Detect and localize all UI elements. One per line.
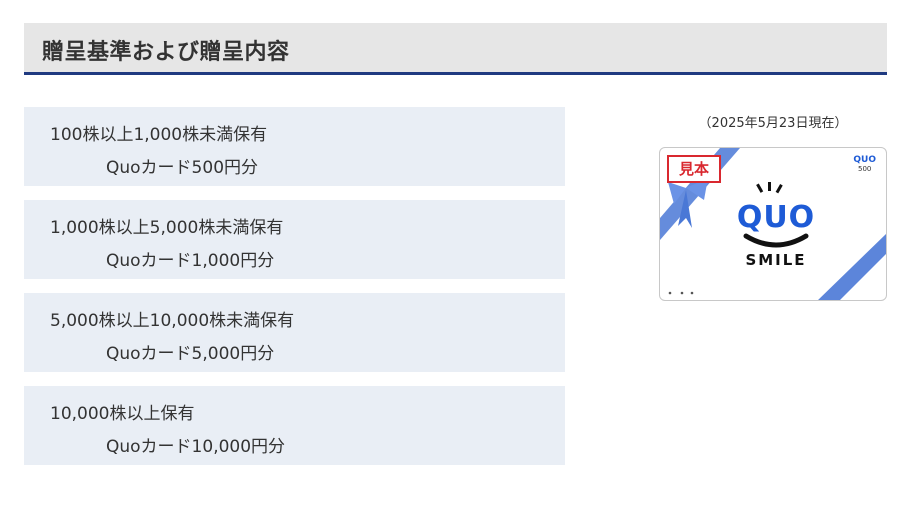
corner-logo-value: 500: [858, 165, 872, 173]
section-header: 贈呈基準および贈呈内容: [24, 23, 887, 75]
tier-condition: 5,000株以上10,000株未満保有: [50, 311, 295, 331]
sparkle-mark: [756, 183, 764, 193]
tier-condition: 1,000株以上5,000株未満保有: [50, 218, 284, 238]
card-dot: [680, 291, 684, 295]
sparkle-mark: [768, 182, 771, 191]
tier-reward: Quoカード500円分: [106, 158, 259, 178]
brand-logo-text: QUO: [736, 200, 816, 235]
card-dot: [690, 291, 694, 295]
sparkle-mark: [775, 184, 783, 194]
sample-stamp: 見本: [667, 155, 721, 183]
card-dot: [668, 291, 672, 295]
tier-reward: Quoカード5,000円分: [106, 344, 275, 364]
tier-item: 100株以上1,000株未満保有 Quoカード500円分: [24, 107, 565, 186]
brand-subtitle: SMILE: [745, 251, 807, 269]
tier-item: 1,000株以上5,000株未満保有 Quoカード1,000円分: [24, 200, 565, 279]
corner-logo-brand: QUO: [853, 155, 876, 165]
tier-item: 10,000株以上保有 Quoカード10,000円分: [24, 386, 565, 465]
quo-card-sample-image: 見本 QUO 500 QUO SMILE: [659, 147, 887, 301]
date-note: （2025年5月23日現在）: [698, 116, 848, 131]
tier-list: 100株以上1,000株未満保有 Quoカード500円分 1,000株以上5,0…: [24, 107, 565, 479]
section-title: 贈呈基準および贈呈内容: [42, 40, 290, 65]
tier-reward: Quoカード10,000円分: [106, 437, 286, 457]
tier-item: 5,000株以上10,000株未満保有 Quoカード5,000円分: [24, 293, 565, 372]
tier-condition: 100株以上1,000株未満保有: [50, 125, 268, 145]
tier-reward: Quoカード1,000円分: [106, 251, 275, 271]
corner-logo: QUO 500: [853, 156, 876, 174]
smile-arc: [743, 233, 809, 248]
tier-condition: 10,000株以上保有: [50, 404, 195, 424]
